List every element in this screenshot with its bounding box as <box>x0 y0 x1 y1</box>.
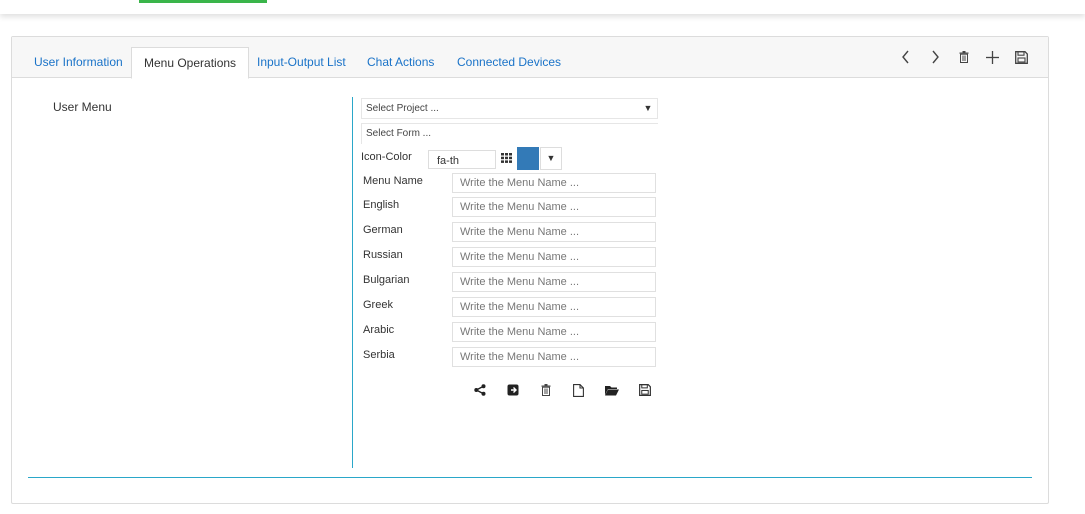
project-select-value: Select Project ... <box>366 103 439 114</box>
tab-connected-devices[interactable]: Connected Devices <box>445 47 573 78</box>
chevron-right-icon[interactable] <box>920 46 949 68</box>
field-label: German <box>363 224 403 236</box>
caret-down-icon: ▼ <box>643 103 653 113</box>
form-select[interactable]: Select Form ... <box>361 123 658 144</box>
top-bar <box>0 0 1085 14</box>
form-actions <box>463 381 661 399</box>
grid-icon[interactable] <box>501 152 512 166</box>
greek-input[interactable] <box>452 297 656 317</box>
field-label: English <box>363 199 400 211</box>
project-select[interactable]: Select Project ... ▼ <box>361 98 658 119</box>
plus-icon[interactable] <box>978 46 1007 68</box>
field-label: Menu Name <box>363 175 423 187</box>
serbia-input[interactable] <box>452 347 656 367</box>
trash-icon[interactable] <box>529 381 562 399</box>
english-input[interactable] <box>452 197 656 217</box>
tab-menu-operations[interactable]: Menu Operations <box>131 47 250 79</box>
save-icon[interactable] <box>628 381 661 399</box>
bulgarian-input[interactable] <box>452 272 656 292</box>
tab-input-output-list[interactable]: Input-Output List <box>245 47 358 78</box>
chevron-left-icon[interactable] <box>891 46 920 68</box>
arabic-input[interactable] <box>452 322 656 342</box>
field-row-arabic: Arabic <box>363 322 663 342</box>
export-icon[interactable] <box>496 381 529 399</box>
menu-name-input[interactable] <box>452 173 656 193</box>
field-label: Arabic <box>363 324 395 336</box>
new-file-icon[interactable] <box>562 381 595 399</box>
tab-chat-actions[interactable]: Chat Actions <box>355 47 446 78</box>
field-row-serbia: Serbia <box>363 347 663 367</box>
field-label: Greek <box>363 299 393 311</box>
main-panel: User Information Menu Operations Input-O… <box>11 36 1049 504</box>
trash-icon[interactable] <box>949 46 978 68</box>
icon-input[interactable]: fa-th <box>428 150 496 169</box>
form-select-value: Select Form ... <box>366 128 432 139</box>
tab-user-information[interactable]: User Information <box>22 47 135 78</box>
field-row-menu-name: Menu Name <box>363 173 663 193</box>
share-icon[interactable] <box>463 381 496 399</box>
folder-open-icon[interactable] <box>595 381 628 399</box>
user-menu-label: User Menu <box>53 100 112 114</box>
field-row-bulgarian: Bulgarian <box>363 272 663 292</box>
toolbar <box>891 46 1036 68</box>
horizontal-divider <box>28 477 1032 478</box>
color-swatch[interactable] <box>517 147 539 170</box>
russian-input[interactable] <box>452 247 656 267</box>
vertical-divider <box>352 97 353 468</box>
icon-color-row: Icon-Color fa-th ▼ <box>361 147 581 171</box>
save-icon[interactable] <box>1007 46 1036 68</box>
icon-color-label: Icon-Color <box>361 151 412 163</box>
tab-bar: User Information Menu Operations Input-O… <box>12 37 1048 79</box>
field-row-greek: Greek <box>363 297 663 317</box>
german-input[interactable] <box>452 222 656 242</box>
color-dropdown-caret-icon[interactable]: ▼ <box>540 147 562 170</box>
field-label: Russian <box>363 249 403 261</box>
top-active-indicator <box>139 0 267 3</box>
field-row-russian: Russian <box>363 247 663 267</box>
field-label: Serbia <box>363 349 395 361</box>
field-row-english: English <box>363 197 663 217</box>
field-label: Bulgarian <box>363 274 410 286</box>
field-row-german: German <box>363 222 663 242</box>
